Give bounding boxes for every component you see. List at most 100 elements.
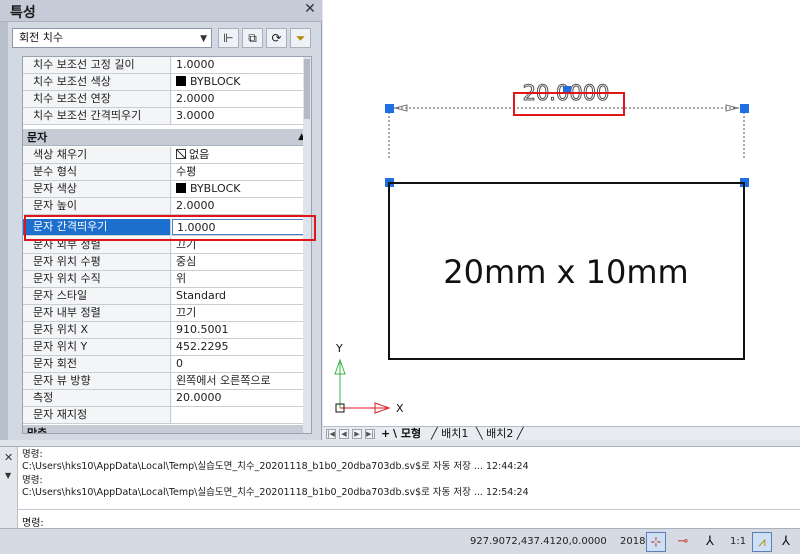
object-type-value: 회전 치수 [19,31,63,44]
palette-title: 특성 [10,5,36,21]
property-row[interactable]: 분수 형식 수평 [23,164,311,181]
property-value[interactable]: 2.0000 [172,91,311,107]
property-label: 색상 채우기 [23,147,171,163]
tab-layout2[interactable]: ╲ 배치2 ╱ [476,427,524,441]
no-fill-icon [176,149,186,159]
property-row[interactable]: 색상 채우기 없음 [23,147,311,164]
property-row[interactable]: 치수 보조선 간격띄우기 3.0000 [23,108,311,125]
category-fit-header[interactable]: 맞춤 [23,425,311,434]
palette-title-bar[interactable]: 특성 ✕ [0,0,322,22]
object-type-dropdown[interactable]: 회전 치수 ▼ [12,28,212,48]
chevron-down-icon[interactable]: ▼ [200,30,207,48]
property-row[interactable]: 치수 보조선 고정 길이 1.0000 [23,57,311,74]
select-objects-button[interactable]: ⧉ [242,28,263,48]
ucs-y-label: Y [335,342,343,355]
property-value[interactable]: BYBLOCK [172,181,311,197]
properties-grid: 치수 보조선 고정 길이 1.0000 치수 보조선 색상 BYBLOCK 치수… [22,56,312,434]
filter-button[interactable]: ⏷ [290,28,311,48]
property-value: 20.0000 [172,390,311,406]
highlight-box-text-offset [24,215,316,241]
property-row[interactable]: 문자 내부 정렬 끄기 [23,305,311,322]
auto-scale-icon: ⅄ [782,534,790,549]
property-value[interactable]: 452.2295 [172,339,311,355]
auto-scale-button[interactable]: ⅄ [776,532,796,552]
customize-icon[interactable]: ▼ [5,471,11,480]
property-label: 문자 위치 Y [23,339,171,355]
property-value[interactable] [172,407,311,423]
color-name: BYBLOCK [190,75,241,88]
property-label: 문자 높이 [23,198,171,214]
property-row[interactable]: 치수 보조선 색상 BYBLOCK [23,74,311,91]
tab-layout1[interactable]: ╱ 배치1 [431,427,468,441]
category-text-header[interactable]: 문자 ▲ [23,129,311,146]
close-icon[interactable]: ✕ [4,451,13,464]
category-label: 맞춤 [27,427,48,434]
property-value[interactable]: 위 [172,271,311,287]
property-label: 문자 뷰 방향 [23,373,171,389]
grid-toggle-button[interactable]: ⊹ [646,532,666,552]
property-row[interactable]: 치수 보조선 연장 2.0000 [23,91,311,108]
property-label: 문자 색상 [23,181,171,197]
property-value[interactable]: BYBLOCK [172,74,311,90]
property-value[interactable]: 3.0000 [172,108,311,124]
property-row[interactable]: 문자 색상 BYBLOCK [23,181,311,198]
selection-row: 회전 치수 ▼ ⊩ ⧉ ⟳ ⏷ [12,28,312,50]
property-row[interactable]: 문자 뷰 방향 왼쪽에서 오른쪽으로 [23,373,311,390]
property-row[interactable]: 문자 재지정 [23,407,311,424]
property-value[interactable]: 끄기 [172,305,311,321]
grid-icon: ⊹ [650,535,662,550]
next-tab-button[interactable]: ▶ [352,429,362,439]
color-name: BYBLOCK [190,182,241,195]
property-label: 문자 회전 [23,356,171,372]
tab-model[interactable]: \ 모형 [393,427,421,441]
annotation-scale[interactable]: 1:1 [730,536,746,547]
scrollbar-thumb[interactable] [304,59,310,119]
property-value[interactable]: 2.0000 [172,198,311,214]
isometric-toggle-button[interactable]: ⅄ [700,532,720,552]
property-value[interactable]: Standard [172,288,311,304]
property-row[interactable]: 문자 높이 2.0000 [23,198,311,215]
property-row[interactable]: 문자 위치 수평 중심 [23,254,311,271]
property-value[interactable]: 중심 [172,254,311,270]
first-tab-button[interactable]: |◀ [326,429,336,439]
grip-left[interactable] [385,104,394,113]
toggle-pickadd-button[interactable]: ⊩ [218,28,239,48]
property-row[interactable]: 문자 위치 수직 위 [23,271,311,288]
quick-select-icon: ⟳ [271,31,282,45]
property-value[interactable]: 없음 [172,147,311,163]
add-layout-icon[interactable]: + [381,427,390,441]
last-tab-button[interactable]: ▶| [365,429,375,439]
property-row[interactable]: 문자 스타일 Standard [23,288,311,305]
command-input[interactable]: 명령: [18,509,800,529]
grip-right[interactable] [740,104,749,113]
property-row[interactable]: 측정 20.0000 [23,390,311,407]
property-row[interactable]: 문자 위치 Y 452.2295 [23,339,311,356]
quick-select-button[interactable]: ⟳ [266,28,287,48]
palette-side-strip[interactable] [0,22,8,440]
pickadd-icon: ⊩ [223,31,234,45]
command-window: ✕ ▼ 명령: C:\Users\hks10\AppData\Local\Tem… [0,446,800,529]
coordinates-readout[interactable]: 927.9072,437.4120,0.0000 [470,536,607,547]
property-value[interactable]: 0 [172,356,311,372]
property-value[interactable]: 1.0000 [172,57,311,73]
select-objects-icon: ⧉ [248,31,257,45]
close-icon[interactable]: ✕ [302,1,318,17]
property-label: 문자 내부 정렬 [23,305,171,321]
property-label: 치수 보조선 간격띄우기 [23,108,171,124]
drawing-canvas[interactable]: 20.0000 20mm x 10mm Y X [323,0,800,426]
command-side-strip: ✕ ▼ [0,447,18,529]
annotation-visibility-button[interactable]: ⩘ [752,532,772,552]
ortho-toggle-button[interactable]: ⊸ [673,532,693,552]
property-label: 문자 위치 수직 [23,271,171,287]
property-value[interactable]: 왼쪽에서 오른쪽으로 [172,373,311,389]
property-value[interactable]: 수평 [172,164,311,180]
layout-tabs-bar: |◀ ◀ ▶ ▶| + \ 모형 ╱ 배치1 ╲ 배치2 ╱ [323,426,800,440]
property-row[interactable]: 문자 위치 X 910.5001 [23,322,311,339]
palette-scrollbar[interactable] [303,57,311,433]
property-label: 문자 위치 X [23,322,171,338]
arrow-right-icon [725,104,739,112]
prev-tab-button[interactable]: ◀ [339,429,349,439]
property-label: 문자 재지정 [23,407,171,423]
property-row[interactable]: 문자 회전 0 [23,356,311,373]
property-value[interactable]: 910.5001 [172,322,311,338]
